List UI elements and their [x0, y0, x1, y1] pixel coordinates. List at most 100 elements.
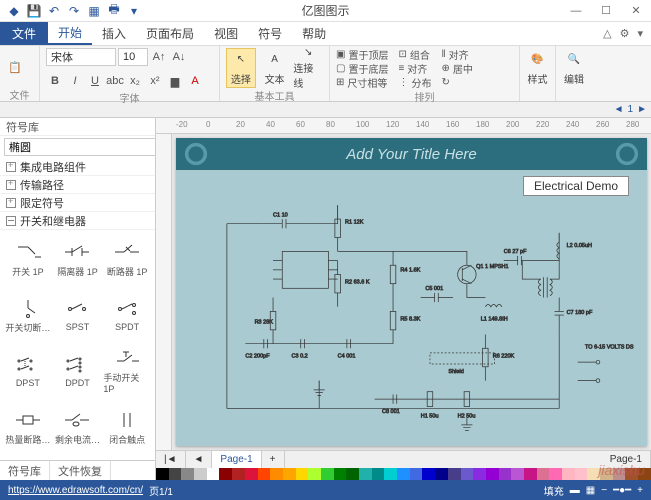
tab-insert[interactable]: 插入: [92, 22, 136, 45]
tab-home[interactable]: 开始: [48, 22, 92, 45]
zoom-slider[interactable]: ━●━: [613, 485, 631, 496]
color-swatch[interactable]: [549, 468, 562, 480]
page-add[interactable]: +: [262, 451, 285, 468]
color-swatch[interactable]: [283, 468, 296, 480]
shape-item[interactable]: 手动开关 1P: [103, 346, 151, 394]
color-swatch[interactable]: [232, 468, 245, 480]
collapse-ribbon-icon[interactable]: △: [603, 27, 611, 40]
color-swatch[interactable]: [359, 468, 372, 480]
tab-help[interactable]: 帮助: [292, 22, 336, 45]
color-swatch[interactable]: [537, 468, 550, 480]
color-swatch[interactable]: [486, 468, 499, 480]
paste-icon[interactable]: 📋: [6, 59, 24, 77]
color-swatch[interactable]: [372, 468, 385, 480]
dropdown-icon[interactable]: ▾: [126, 3, 142, 19]
color-swatch[interactable]: [422, 468, 435, 480]
color-swatch[interactable]: [461, 468, 474, 480]
tab-view[interactable]: 视图: [204, 22, 248, 45]
search-input[interactable]: [4, 138, 156, 156]
view-mode-icon[interactable]: ▦: [586, 485, 595, 496]
color-swatch[interactable]: [308, 468, 321, 480]
underline-button[interactable]: U: [86, 72, 104, 90]
lib-item-switch[interactable]: 开关和继电器: [0, 212, 155, 230]
highlight-button[interactable]: ▆: [166, 72, 184, 90]
color-swatch[interactable]: [245, 468, 258, 480]
color-swatch[interactable]: [156, 468, 169, 480]
demo-label[interactable]: Electrical Demo: [523, 176, 629, 196]
send-back-button[interactable]: ▢ 置于底层: [336, 62, 388, 75]
color-swatch[interactable]: [397, 468, 410, 480]
color-swatch[interactable]: [194, 468, 207, 480]
page-title[interactable]: Add Your Title Here: [346, 146, 477, 163]
circuit-diagram[interactable]: C1 10 R1 12K R2 63.6 K: [186, 196, 637, 436]
rotate-button[interactable]: ↻: [441, 76, 472, 89]
bold-button[interactable]: B: [46, 72, 64, 90]
preview-icon[interactable]: ▦: [86, 3, 102, 19]
font-shrink-icon[interactable]: A↓: [170, 48, 188, 66]
sidebar-tab-library[interactable]: 符号库: [0, 461, 50, 480]
color-swatch[interactable]: [575, 468, 588, 480]
scroll-left-icon[interactable]: ◄: [614, 104, 624, 115]
text-tool[interactable]: A文本: [260, 48, 290, 88]
color-swatch[interactable]: [562, 468, 575, 480]
tab-layout[interactable]: 页面布局: [136, 22, 204, 45]
color-swatch[interactable]: [613, 468, 626, 480]
shape-item[interactable]: 开关 1P: [4, 234, 52, 282]
color-swatch[interactable]: [181, 468, 194, 480]
shape-item[interactable]: SPST: [54, 290, 102, 338]
shape-item[interactable]: 剩余电流…: [54, 402, 102, 450]
lib-item-qualifier[interactable]: 限定符号: [0, 194, 155, 212]
lib-item-transmission[interactable]: 传输路径: [0, 176, 155, 194]
align-button[interactable]: ≡ 对齐: [398, 62, 431, 75]
color-swatch[interactable]: [435, 468, 448, 480]
color-swatch[interactable]: [511, 468, 524, 480]
maximize-button[interactable]: ☐: [591, 0, 621, 22]
print-icon[interactable]: 🖶: [106, 3, 122, 19]
color-swatch[interactable]: [169, 468, 182, 480]
color-swatch[interactable]: [448, 468, 461, 480]
shape-item[interactable]: 开关切断…: [4, 290, 52, 338]
strike-button[interactable]: abc: [106, 72, 124, 90]
zoom-out-icon[interactable]: −: [601, 485, 607, 496]
save-icon[interactable]: 💾: [26, 3, 42, 19]
edit-button[interactable]: 🔍编辑: [562, 48, 586, 88]
page-nav-first[interactable]: |◄: [156, 451, 186, 468]
page-tab[interactable]: Page-1: [212, 451, 261, 468]
color-swatch[interactable]: [207, 468, 220, 480]
font-name-select[interactable]: 宋体: [46, 48, 116, 66]
file-tab[interactable]: 文件: [0, 22, 48, 45]
lib-item-ic[interactable]: 集成电路组件: [0, 158, 155, 176]
fill-swatch[interactable]: ▬: [570, 485, 580, 496]
color-swatch[interactable]: [384, 468, 397, 480]
undo-icon[interactable]: ↶: [46, 3, 62, 19]
color-swatch[interactable]: [270, 468, 283, 480]
color-swatch[interactable]: [346, 468, 359, 480]
color-swatch[interactable]: [600, 468, 613, 480]
shape-item[interactable]: 闭合触点: [103, 402, 151, 450]
zoom-in-icon[interactable]: +: [637, 485, 643, 496]
subscript-button[interactable]: x₂: [126, 72, 144, 90]
group-button[interactable]: ⊡ 组合: [398, 48, 431, 61]
italic-button[interactable]: I: [66, 72, 84, 90]
bring-front-button[interactable]: ▣ 置于顶层: [336, 48, 388, 61]
status-url[interactable]: https://www.edrawsoft.com/cn/: [8, 485, 143, 496]
dropdown-icon[interactable]: ▾: [637, 27, 643, 40]
superscript-button[interactable]: x²: [146, 72, 164, 90]
color-swatch[interactable]: [625, 468, 638, 480]
color-swatch[interactable]: [587, 468, 600, 480]
shape-item[interactable]: 热量断路…: [4, 402, 52, 450]
color-swatch[interactable]: [499, 468, 512, 480]
color-swatch[interactable]: [410, 468, 423, 480]
shape-item[interactable]: SPDT: [103, 290, 151, 338]
connector-tool[interactable]: ↘连接线: [293, 48, 323, 88]
color-swatch[interactable]: [638, 468, 651, 480]
center-button[interactable]: ⊕ 居中: [441, 62, 472, 75]
sidebar-tab-recovery[interactable]: 文件恢复: [50, 461, 111, 480]
shape-item[interactable]: 隔离器 1P: [54, 234, 102, 282]
font-color-button[interactable]: A: [186, 72, 204, 90]
color-swatch[interactable]: [321, 468, 334, 480]
color-swatch[interactable]: [219, 468, 232, 480]
settings-icon[interactable]: ⚙: [620, 27, 630, 40]
redo-icon[interactable]: ↷: [66, 3, 82, 19]
minimize-button[interactable]: —: [561, 0, 591, 22]
